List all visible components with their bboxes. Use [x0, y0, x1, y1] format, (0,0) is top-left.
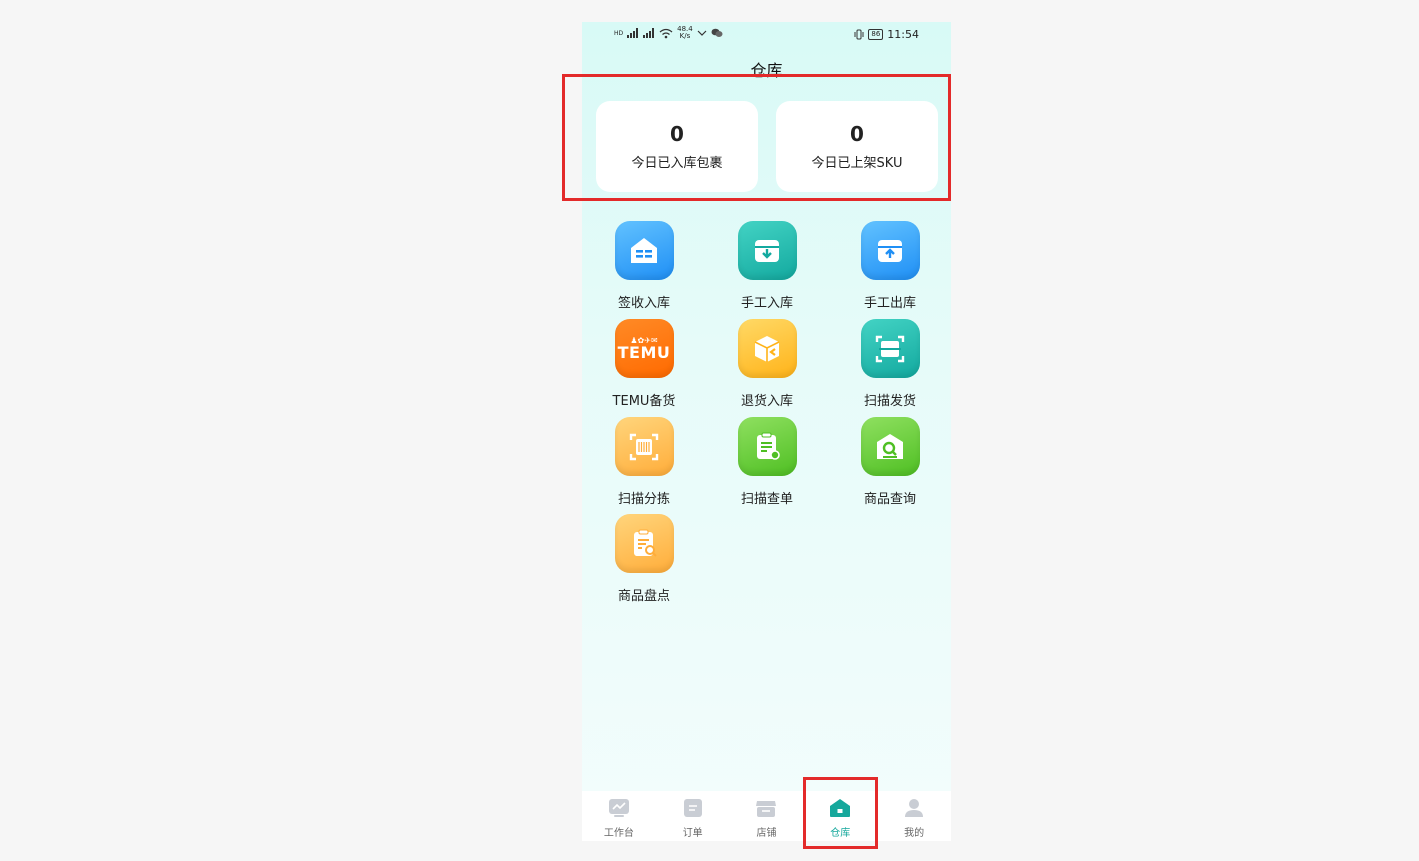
- tab-dashboard[interactable]: 工作台: [582, 791, 656, 841]
- tab-label: 工作台: [603, 828, 634, 839]
- function-temu-stock[interactable]: ♟✿✈✉ TEMU TEMU备货: [594, 319, 694, 409]
- box-inbound-icon: [737, 221, 797, 280]
- tab-orders[interactable]: 订单: [656, 791, 730, 841]
- scan-document-icon: [737, 417, 797, 476]
- function-label: 退货入库: [740, 394, 793, 409]
- function-label: 签收入库: [617, 296, 670, 311]
- function-scan-sort[interactable]: 扫描分拣: [594, 417, 694, 507]
- tab-label: 订单: [682, 828, 703, 839]
- warehouse-tab-highlight-box: [803, 777, 878, 849]
- wechat-icon: [711, 28, 723, 37]
- wifi-icon: [659, 28, 673, 38]
- function-manual-outbound[interactable]: 手工出库: [840, 221, 940, 311]
- scan-barcode-icon: [614, 417, 674, 476]
- function-label: 手工出库: [863, 296, 916, 311]
- store-icon: [756, 801, 777, 817]
- function-label: 扫描发货: [863, 394, 916, 409]
- function-scan-ship[interactable]: 扫描发货: [840, 319, 940, 409]
- status-left: HD 48.4 K/s: [614, 26, 723, 40]
- function-manual-inbound[interactable]: 手工入库: [717, 221, 817, 311]
- function-label: 扫描查单: [740, 492, 793, 507]
- profile-icon: [905, 799, 924, 817]
- box-outbound-icon: [860, 221, 920, 280]
- signal-icon: [627, 28, 639, 38]
- tab-label: 店铺: [756, 828, 777, 839]
- stats-highlight-box: [562, 74, 951, 201]
- status-right: 86 11:54: [854, 28, 919, 41]
- function-label: 商品查询: [863, 492, 916, 507]
- function-return-inbound[interactable]: 退货入库: [717, 319, 817, 409]
- network-speed: 48.4 K/s: [677, 26, 693, 40]
- network-type-label: HD: [614, 29, 624, 37]
- signal-icon-2: [643, 28, 655, 38]
- clock: 11:54: [887, 28, 919, 41]
- function-inventory-count[interactable]: 商品盘点: [594, 514, 694, 604]
- return-box-icon: [737, 319, 797, 378]
- warehouse-checkin-icon: [614, 221, 674, 280]
- function-sign-in-stock[interactable]: 签收入库: [594, 221, 694, 311]
- bottom-tab-bar: 工作台 订单 店铺 仓库 我的: [582, 791, 951, 841]
- product-search-icon: [860, 417, 920, 476]
- function-label: 手工入库: [740, 296, 793, 311]
- tab-label: 我的: [904, 828, 925, 839]
- function-scan-lookup[interactable]: 扫描查单: [717, 417, 817, 507]
- function-product-query[interactable]: 商品查询: [840, 417, 940, 507]
- inventory-check-icon: [614, 514, 674, 573]
- function-label: TEMU备货: [612, 394, 676, 409]
- battery-indicator: 86: [868, 29, 884, 40]
- tab-profile[interactable]: 我的: [877, 791, 951, 841]
- function-label: 扫描分拣: [617, 492, 670, 507]
- function-label: 商品盘点: [617, 589, 670, 604]
- scan-ship-icon: [860, 319, 920, 378]
- tab-store[interactable]: 店铺: [730, 791, 804, 841]
- dashboard-icon: [608, 799, 629, 817]
- speed-unit: K/s: [679, 32, 691, 40]
- order-icon: [683, 799, 702, 817]
- missed-call-icon: [697, 30, 707, 36]
- vibrate-icon: [854, 29, 864, 40]
- status-bar: HD 48.4 K/s 86 11:54: [582, 22, 951, 48]
- temu-logo-icon: ♟✿✈✉ TEMU: [614, 319, 674, 378]
